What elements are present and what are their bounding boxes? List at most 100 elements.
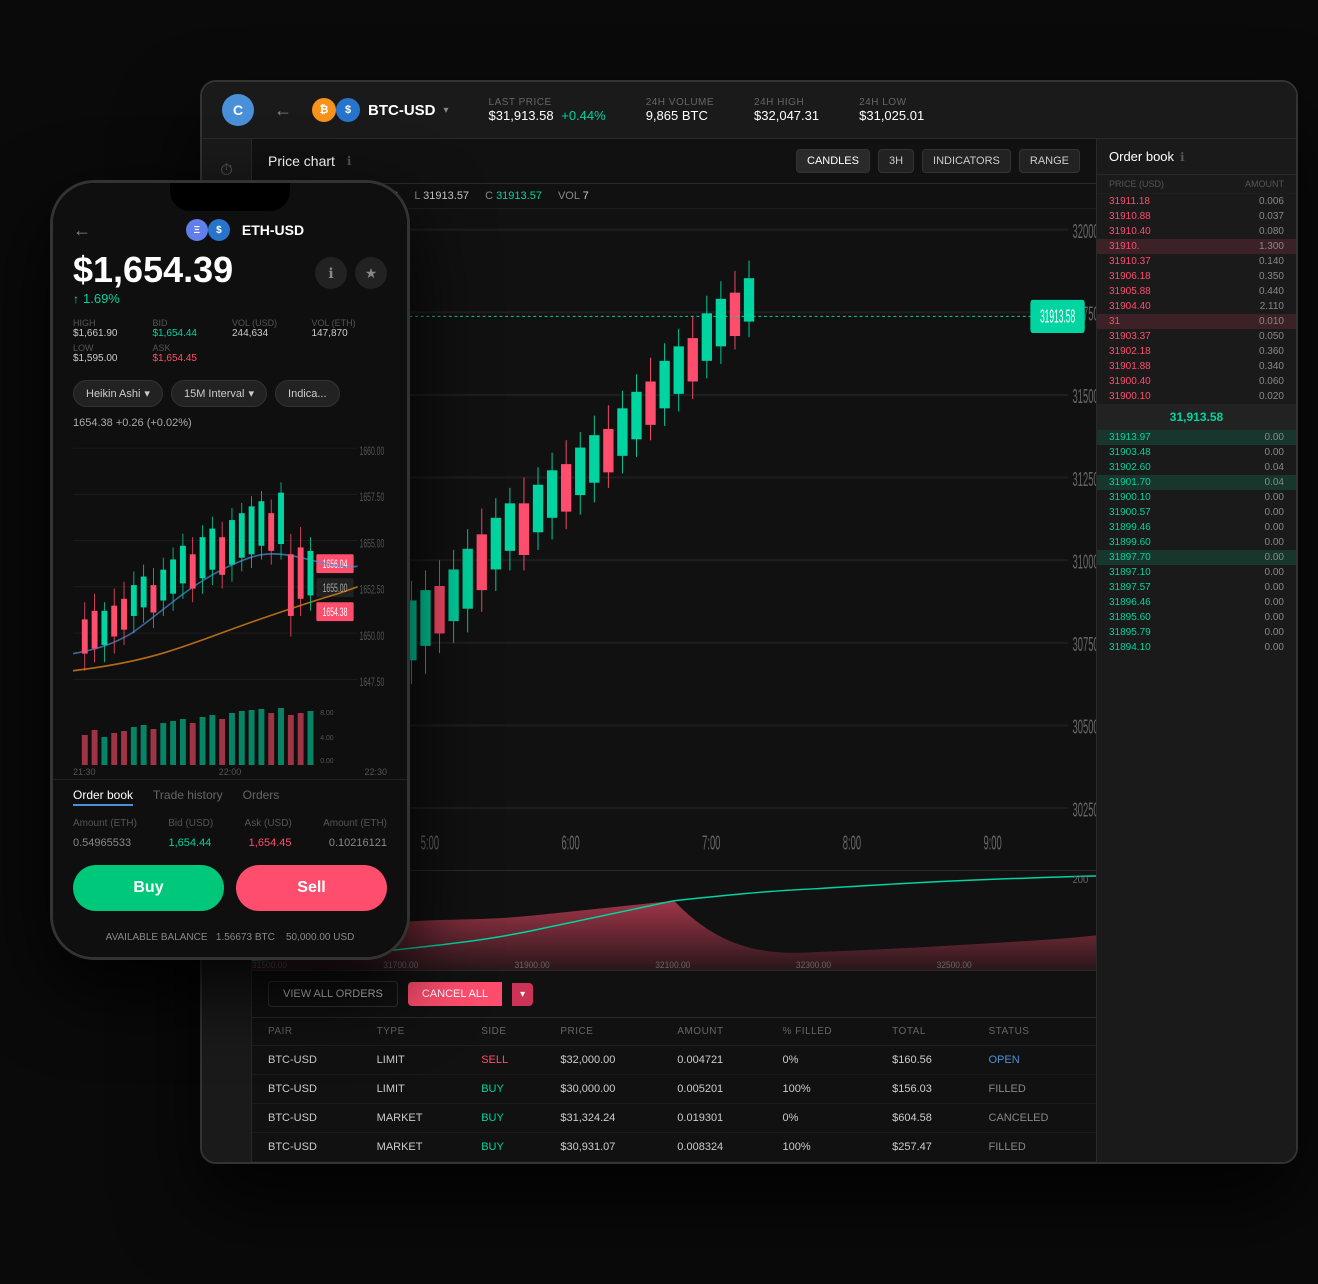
ob-rows: 31911.18 0.006 31910.88 0.037 31910.40 0… [1097,194,1296,1162]
orders-table: PAIR TYPE SIDE PRICE AMOUNT % FILLED TOT… [252,1018,1096,1162]
cell-price: $31,324.24 [544,1104,661,1133]
phone-tab-order-book[interactable]: Order book [73,788,133,806]
ob-sell-row: 31902.18 0.360 [1097,344,1296,359]
phone-notch [170,183,290,211]
cell-amount: 0.008324 [661,1133,766,1162]
ob-buy-price: 31900.57 [1109,507,1151,518]
orders-table-header: PAIR TYPE SIDE PRICE AMOUNT % FILLED TOT… [252,1018,1096,1046]
phone-tab-orders[interactable]: Orders [243,788,280,806]
phone-ask-stat: ASK $1,654.45 [153,343,229,364]
sell-button[interactable]: Sell [236,865,387,911]
cell-total: $257.47 [876,1133,972,1162]
ob-title: Order book [1109,149,1174,164]
ohlc-vol: VOL 7 [558,190,589,202]
last-price-value: $31,913.58 +0.44% [489,108,606,123]
phone-star-button[interactable]: ★ [355,257,387,289]
ob-buy-amount: 0.00 [1265,642,1284,653]
ob-buy-price: 31897.70 [1109,552,1151,563]
ob-sell-row: 31 0.010 [1097,314,1296,329]
table-row: BTC-USD MARKET BUY $30,931.07 0.008324 1… [252,1133,1096,1162]
phone-time-axis: 21:30 22:00 22:30 [53,765,407,779]
ob-sell-amount: 0.050 [1259,331,1284,342]
ob-buy-amount: 0.00 [1265,537,1284,548]
phone-chart-svg: 1660.00 1657.50 1655.00 1652.50 1650.00 … [73,431,387,705]
cell-price: $32,000.00 [544,1046,661,1075]
ob-buy-row: 31900.10 0.00 [1097,490,1296,505]
back-arrow-icon[interactable]: ← [274,100,292,121]
svg-text:30500.00: 30500.00 [1073,716,1096,739]
svg-text:31250.00: 31250.00 [1073,468,1096,491]
ob-buy-row: 31895.60 0.00 [1097,610,1296,625]
ob-buy-row: 31894.10 0.00 [1097,640,1296,655]
cell-price: $30,931.07 [544,1133,661,1162]
ob-sell-amount: 0.440 [1259,286,1284,297]
phone-tab-trade-history[interactable]: Trade history [153,788,223,806]
ob-buy-price: 31894.10 [1109,642,1151,653]
ob-buy-row: 31900.57 0.00 [1097,505,1296,520]
ob-sell-price: 31911.18 [1109,196,1150,207]
ob-sell-price: 31906.18 [1109,271,1151,282]
ob-buy-amount: 0.00 [1265,597,1284,608]
table-row: BTC-USD LIMIT BUY $30,000.00 0.005201 10… [252,1075,1096,1104]
phone-ask-value: $1,654.45 [153,353,229,364]
ob-sell-amount: 0.010 [1259,316,1284,327]
cell-status: FILLED [973,1075,1097,1104]
order-book: Order book ℹ PRICE (USD) AMOUNT 31911.18… [1096,139,1296,1162]
ob-sell-row: 31910.37 0.140 [1097,254,1296,269]
ob-sell-row: 31903.37 0.050 [1097,329,1296,344]
svg-text:32000.00: 32000.00 [1073,220,1096,243]
cell-pair: BTC-USD [252,1075,361,1104]
svg-text:32100.00: 32100.00 [655,960,690,970]
ob-buy-amount: 0.00 [1265,627,1284,638]
svg-text:9:00: 9:00 [983,831,1001,854]
cancel-dropdown-button[interactable]: ▾ [512,983,533,1006]
ob-buy-amount: 0.00 [1265,552,1284,563]
svg-text:8:00: 8:00 [843,831,861,854]
phone-change: ↑ 1.69% [53,291,407,310]
range-button[interactable]: RANGE [1019,149,1080,173]
ob-buy-price: 31897.57 [1109,582,1151,593]
trading-pair-info[interactable]: ₿ $ BTC-USD ▾ [312,98,449,122]
table-row: BTC-USD LIMIT SELL $32,000.00 0.004721 0… [252,1046,1096,1075]
phone-balance-usd: 50,000.00 USD [286,932,354,943]
indicators-button[interactable]: INDICATORS [922,149,1011,173]
phone-ob-amount-right: 0.10216121 [329,837,387,849]
candles-button[interactable]: CANDLES [796,149,870,173]
svg-text:6:00: 6:00 [561,831,579,854]
phone-interval-button[interactable]: 15M Interval ▾ [171,380,267,407]
ob-sell-price: 31905.88 [1109,286,1151,297]
phone-back-icon[interactable]: ← [73,220,91,241]
view-all-orders-button[interactable]: VIEW ALL ORDERS [268,981,398,1007]
cell-amount: 0.005201 [661,1075,766,1104]
buy-button[interactable]: Buy [73,865,224,911]
cancel-all-button[interactable]: CANCEL ALL [408,982,502,1006]
ob-price-col-label: PRICE (USD) [1109,179,1164,189]
cell-type: LIMIT [361,1075,466,1104]
cell-filled: 0% [767,1104,877,1133]
phone-chart-type-button[interactable]: Heikin Ashi ▾ [73,380,163,407]
high-value: $32,047.31 [754,108,819,123]
phone-info-button[interactable]: ℹ [315,257,347,289]
ob-column-headers: PRICE (USD) AMOUNT [1097,175,1296,194]
ob-sell-row: 31911.18 0.006 [1097,194,1296,209]
ob-buy-row: 31895.79 0.00 [1097,625,1296,640]
cell-side: BUY [465,1133,544,1162]
ob-buy-amount: 0.00 [1265,567,1284,578]
svg-text:1650.00: 1650.00 [360,630,385,643]
svg-text:1647.50: 1647.50 [360,676,385,689]
ob-buy-price: 31897.10 [1109,567,1151,578]
ob-sell-row: 31910.40 0.080 [1097,224,1296,239]
phone-pair-info[interactable]: Ξ $ ETH-USD [103,219,387,241]
phone-indicators-button[interactable]: Indica... [275,380,340,407]
ob-buy-price: 31899.46 [1109,522,1151,533]
interval-button[interactable]: 3H [878,149,914,173]
ob-sell-amount: 0.020 [1259,391,1284,402]
svg-text:7:00: 7:00 [702,831,720,854]
eth-icon: Ξ [186,219,208,241]
col-amount: AMOUNT [661,1018,766,1046]
ob-sell-amount: 0.340 [1259,361,1284,372]
svg-text:1652.50: 1652.50 [360,584,385,597]
pair-dropdown-icon[interactable]: ▾ [444,105,449,116]
ob-buy-price: 31900.10 [1109,492,1151,503]
phone-chart-type-chevron: ▾ [144,387,150,400]
